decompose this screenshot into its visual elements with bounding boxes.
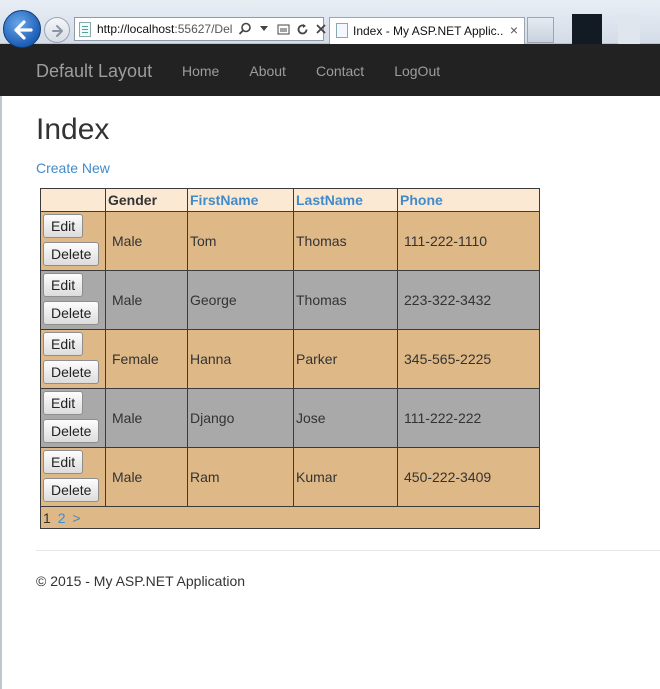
- cell-firstname: Ram: [187, 447, 294, 507]
- arrow-right-icon: [52, 25, 63, 37]
- people-grid: Gender FirstName LastName Phone Edit Del…: [40, 188, 540, 529]
- new-tab-button[interactable]: [527, 17, 554, 43]
- row-actions: Edit Delete: [40, 447, 106, 507]
- edit-button[interactable]: Edit: [43, 391, 84, 415]
- tab-title: Index - My ASP.NET Applic...: [353, 24, 503, 38]
- grid-header-row: Gender FirstName LastName Phone: [40, 188, 540, 212]
- nav-link-about[interactable]: About: [249, 63, 286, 79]
- page-icon: [79, 22, 91, 37]
- cell-firstname: Tom: [187, 211, 294, 271]
- edit-button[interactable]: Edit: [43, 450, 84, 474]
- cell-gender: Male: [105, 270, 188, 330]
- dropdown-arrow-icon[interactable]: [256, 20, 272, 38]
- header-actions: [40, 188, 106, 212]
- cell-firstname: Django: [187, 388, 294, 448]
- cell-phone: 450-222-3409: [397, 447, 540, 507]
- pager-row: 1 2 >: [40, 506, 540, 529]
- cell-gender: Female: [105, 329, 188, 389]
- compatibility-view-icon[interactable]: [275, 20, 291, 38]
- site-navbar: Default Layout Home About Contact LogOut: [0, 44, 660, 96]
- cell-gender: Male: [105, 447, 188, 507]
- delete-button[interactable]: Delete: [43, 478, 100, 502]
- row-actions: Edit Delete: [40, 329, 106, 389]
- browser-tab[interactable]: Index - My ASP.NET Applic... ×: [329, 17, 525, 44]
- cell-lastname: Kumar: [293, 447, 398, 507]
- pager-page-2-link[interactable]: 2: [58, 510, 66, 526]
- page-title: Index: [36, 113, 110, 146]
- back-button[interactable]: [3, 10, 41, 48]
- delete-button[interactable]: Delete: [43, 242, 100, 266]
- delete-button[interactable]: Delete: [43, 419, 100, 443]
- arrow-left-icon: [14, 20, 33, 40]
- nav-link-contact[interactable]: Contact: [316, 63, 364, 79]
- footer-copyright: © 2015 - My ASP.NET Application: [36, 573, 246, 589]
- pager: 1 2 >: [40, 506, 540, 529]
- delete-button[interactable]: Delete: [43, 301, 100, 325]
- table-row: Edit Delete Female Hanna Parker 345-565-…: [40, 329, 540, 389]
- cell-phone: 111-222-222: [397, 388, 540, 448]
- cell-phone: 111-222-1110: [397, 211, 540, 271]
- window-border: [0, 96, 2, 689]
- cell-firstname: George: [187, 270, 294, 330]
- cell-gender: Male: [105, 211, 188, 271]
- cell-gender: Male: [105, 388, 188, 448]
- cell-phone: 223-322-3432: [397, 270, 540, 330]
- address-text[interactable]: http://localhost:55627/Del: [97, 22, 235, 36]
- nav-menu: Home About Contact LogOut: [182, 63, 470, 79]
- edit-button[interactable]: Edit: [43, 273, 84, 297]
- nav-link-logout[interactable]: LogOut: [394, 63, 440, 79]
- table-row: Edit Delete Male Ram Kumar 450-222-3409: [40, 447, 540, 507]
- brand-link[interactable]: Default Layout: [36, 61, 152, 82]
- table-row: Edit Delete Male George Thomas 223-322-3…: [40, 270, 540, 330]
- pager-current-page: 1: [43, 509, 51, 526]
- cell-phone: 345-565-2225: [397, 329, 540, 389]
- cell-lastname: Thomas: [293, 270, 398, 330]
- page-icon: [336, 23, 348, 38]
- taskbar-thumbnail: [572, 14, 602, 44]
- cell-lastname: Jose: [293, 388, 398, 448]
- cell-lastname: Parker: [293, 329, 398, 389]
- footer-divider: [36, 550, 660, 551]
- cell-firstname: Hanna: [187, 329, 294, 389]
- table-row: Edit Delete Male Django Jose 111-222-222: [40, 388, 540, 448]
- row-actions: Edit Delete: [40, 270, 106, 330]
- pager-next-link[interactable]: >: [72, 510, 80, 526]
- header-gender: Gender: [105, 188, 188, 212]
- close-tab-icon[interactable]: ×: [510, 22, 518, 38]
- header-firstname-sort-link[interactable]: FirstName: [187, 188, 294, 212]
- row-actions: Edit Delete: [40, 211, 106, 271]
- edit-button[interactable]: Edit: [43, 214, 84, 238]
- create-new-link[interactable]: Create New: [36, 160, 110, 176]
- header-lastname-sort-link[interactable]: LastName: [293, 188, 398, 212]
- forward-button[interactable]: [44, 17, 70, 43]
- cell-lastname: Thomas: [293, 211, 398, 271]
- row-actions: Edit Delete: [40, 388, 106, 448]
- taskbar-thumbnail: [618, 14, 640, 44]
- nav-link-home[interactable]: Home: [182, 63, 219, 79]
- table-row: Edit Delete Male Tom Thomas 111-222-1110: [40, 211, 540, 271]
- edit-button[interactable]: Edit: [43, 332, 84, 356]
- address-bar[interactable]: http://localhost:55627/Del: [74, 17, 326, 41]
- delete-button[interactable]: Delete: [43, 360, 100, 384]
- stop-icon[interactable]: [313, 20, 329, 38]
- refresh-icon[interactable]: [294, 20, 310, 38]
- header-phone-sort-link[interactable]: Phone: [397, 188, 540, 212]
- search-icon[interactable]: [237, 20, 253, 38]
- browser-toolbar: http://localhost:55627/Del Index - My AS…: [0, 0, 660, 48]
